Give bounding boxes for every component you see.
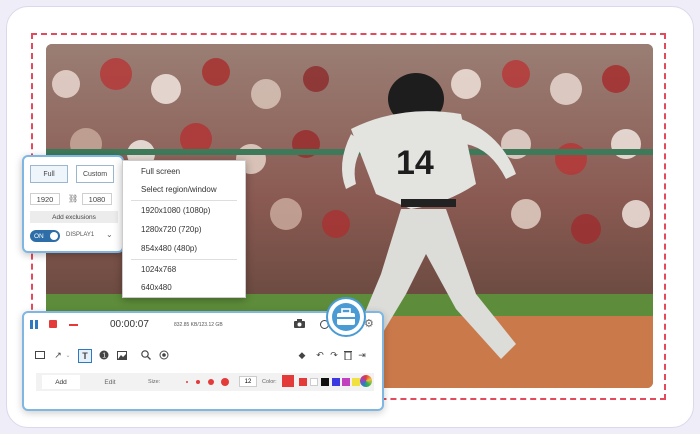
rectangle-icon[interactable] <box>34 349 46 361</box>
svg-text:1: 1 <box>102 353 106 360</box>
toolbox-icon <box>337 308 355 325</box>
size-dot-m[interactable] <box>208 379 214 385</box>
capture-toggle[interactable]: ON <box>30 230 60 242</box>
tab-add[interactable]: Add <box>42 375 80 389</box>
menu-item-full-screen[interactable]: Full screen <box>141 167 180 176</box>
color-swatch-red[interactable] <box>299 378 307 386</box>
color-swatch-white[interactable] <box>310 378 318 386</box>
mode-full-button[interactable]: Full <box>30 165 68 183</box>
text-icon[interactable]: T <box>78 349 92 363</box>
mode-custom-button[interactable]: Custom <box>76 165 114 183</box>
color-swatch-black[interactable] <box>321 378 329 386</box>
camera-icon[interactable] <box>294 319 305 328</box>
width-input[interactable]: 1920 <box>30 193 60 205</box>
menu-item-1024x768[interactable]: 1024x768 <box>141 265 176 274</box>
zoom-icon[interactable] <box>140 349 152 361</box>
resolution-menu: Full screen Select region/window 1920x10… <box>122 160 246 298</box>
toolbox-button[interactable] <box>326 297 366 337</box>
color-swatch-yellow[interactable] <box>352 378 360 386</box>
tab-edit[interactable]: Edit <box>88 375 132 389</box>
pause-icon[interactable] <box>30 320 38 329</box>
menu-item-1080p[interactable]: 1920x1080 (1080p) <box>141 206 210 215</box>
size-dot-s[interactable] <box>196 380 200 384</box>
chevron-down-icon[interactable]: ⌄ <box>106 230 113 239</box>
annotation-settings-row: Add Edit Size: 12 Color: <box>36 373 374 391</box>
menu-item-select-region[interactable]: Select region/window <box>141 185 217 194</box>
size-stepper[interactable]: 12 <box>239 376 257 387</box>
size-value: 12 <box>244 378 252 385</box>
recording-timer: 00:00:07 <box>110 319 149 330</box>
menu-item-720p[interactable]: 1280x720 (720p) <box>141 225 202 234</box>
toggle-label: ON <box>34 232 44 240</box>
minimize-icon[interactable] <box>69 324 78 326</box>
annotation-tools-row: ↗ ⌄ T 1 ◆ ↶ ↷ ⇥ <box>34 349 374 363</box>
delete-icon[interactable] <box>342 349 354 361</box>
menu-item-480p[interactable]: 854x480 (480p) <box>141 244 197 253</box>
undo-icon[interactable]: ↶ <box>314 349 326 361</box>
add-exclusions-button[interactable]: Add exclusions <box>30 211 118 223</box>
export-icon[interactable]: ⇥ <box>356 349 368 361</box>
menu-divider <box>131 259 237 260</box>
link-icon[interactable]: ⛓ <box>68 195 78 203</box>
redo-icon[interactable]: ↷ <box>328 349 340 361</box>
color-swatch-selected[interactable] <box>282 375 294 387</box>
spotlight-icon[interactable] <box>158 349 170 361</box>
color-label: Color: <box>262 379 277 385</box>
mode-full-label: Full <box>43 170 55 178</box>
chevron-down-icon[interactable]: ⌄ <box>62 349 74 361</box>
size-dot-l[interactable] <box>221 378 229 386</box>
file-size-stats: 832.85 KB/123.12 GB <box>174 322 223 328</box>
color-swatch-blue[interactable] <box>332 378 340 386</box>
image-icon[interactable] <box>116 349 128 361</box>
display-select[interactable]: DISPLAY1 <box>66 232 94 238</box>
menu-item-640x480[interactable]: 640x480 <box>141 283 172 292</box>
height-input[interactable]: 1080 <box>82 193 112 205</box>
color-swatch-purple[interactable] <box>342 378 350 386</box>
stop-icon[interactable] <box>49 320 57 328</box>
toggle-knob <box>50 232 58 240</box>
capture-size-panel: Full Custom 1920 ⛓ 1080 Add exclusions O… <box>22 155 124 253</box>
size-dot-xs[interactable] <box>186 381 188 383</box>
mode-custom-label: Custom <box>82 170 108 178</box>
number-icon[interactable]: 1 <box>98 349 110 361</box>
color-palette-icon[interactable] <box>360 375 372 387</box>
menu-divider <box>131 200 237 201</box>
eraser-icon[interactable]: ◆ <box>296 349 308 361</box>
size-label: Size: <box>148 379 161 385</box>
